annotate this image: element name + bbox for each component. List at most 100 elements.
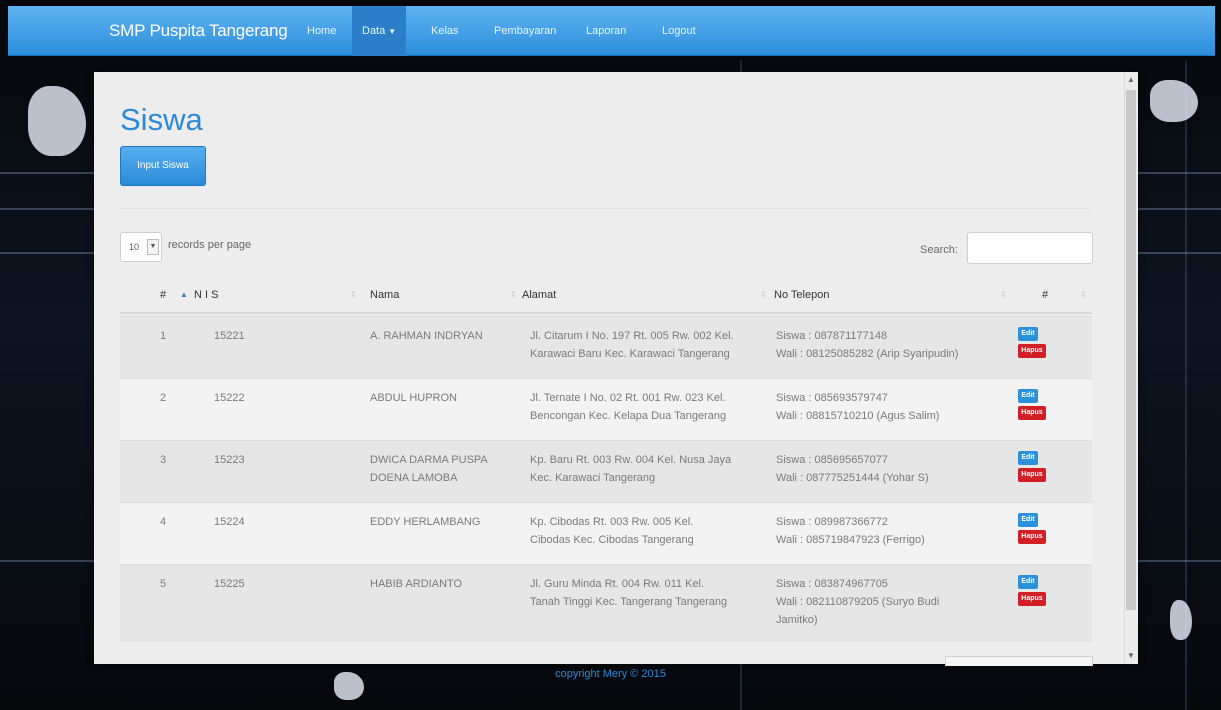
table-row: 5 15225 HABIB ARDIANTO Jl. Guru Minda Rt… — [120, 564, 1092, 642]
column-header-nama[interactable]: Nama — [370, 278, 399, 312]
column-header-no[interactable]: # — [160, 278, 166, 312]
nama-line: DOENA LAMOBA — [370, 472, 458, 484]
cell-nis: 15222 — [214, 392, 245, 404]
edit-button[interactable]: Edit — [1018, 389, 1038, 403]
alamat-line: Jl. Ternate I No. 02 Rt. 001 Rw. 023 Kel… — [530, 392, 726, 404]
nav-logout[interactable]: Logout — [660, 6, 698, 56]
alamat-line: Cibodas Kec. Cibodas Tangerang — [530, 534, 694, 546]
search-label: Search: — [920, 244, 958, 256]
alamat-line: Tanah Tinggi Kec. Tangerang Tangerang — [530, 596, 728, 608]
sort-icon[interactable]: ⇕ — [760, 278, 767, 312]
table-row: 4 15224 EDDY HERLAMBANG Kp. Cibodas Rt. … — [120, 502, 1092, 564]
cell-no: 5 — [160, 578, 167, 590]
nav-data[interactable]: Data ▼ — [352, 6, 407, 56]
column-header-action: # — [1042, 289, 1049, 301]
cell-telepon: Siswa : 087871177148 Wali : 08125085282 (… — [776, 327, 1016, 363]
edit-button[interactable]: Edit — [1018, 513, 1038, 527]
sort-icon[interactable]: ⇕ — [1000, 278, 1007, 312]
nav-laporan[interactable]: Laporan — [584, 6, 628, 56]
telepon-line: Siswa : 087871177148 — [776, 330, 888, 342]
cell-alamat: Kp. Cibodas Rt. 003 Rw. 005 Kel. Cibodas … — [530, 513, 770, 549]
cell-telepon: Siswa : 085695657077 Wali : 087775251444 … — [776, 451, 1016, 487]
pagination[interactable] — [945, 656, 1093, 666]
input-siswa-button[interactable]: Input Siswa — [120, 146, 206, 186]
cell-alamat: Jl. Citarum I No. 197 Rt. 005 Rw. 002 Ke… — [530, 327, 770, 363]
cell-nama: A. RAHMAN INDRYAN — [370, 330, 483, 342]
continent-shape — [28, 86, 86, 156]
cell-alamat: Kp. Baru Rt. 003 Rw. 004 Kel. Nusa Jaya K… — [530, 451, 770, 487]
alamat-line: Jl. Guru Minda Rt. 004 Rw. 011 Kel. — [530, 578, 705, 590]
brand-link[interactable]: SMP Puspita Tangerang — [109, 21, 288, 41]
records-per-page-select[interactable]: 10 ▼ — [120, 232, 162, 262]
column-header-alamat[interactable]: Alamat — [522, 278, 556, 312]
alamat-line: Kp. Baru Rt. 003 Rw. 004 Kel. Nusa Jaya — [530, 454, 732, 466]
telepon-line: Wali : 08125085282 (Arip Syaripudin) — [776, 348, 959, 360]
search-input[interactable] — [967, 232, 1093, 264]
nav-kelas[interactable]: Kelas — [429, 6, 461, 56]
telepon-line: Siswa : 089987366772 — [776, 516, 888, 528]
edit-button[interactable]: Edit — [1018, 575, 1038, 589]
column-header-no-telepon[interactable]: No Telepon — [774, 278, 829, 312]
delete-button[interactable]: Hapus — [1018, 592, 1046, 606]
table-row: 3 15223 DWICA DARMA PUSPA DOENA LAMOBA Kp… — [120, 440, 1092, 502]
alamat-line: Kec. Karawaci Tangerang — [530, 472, 656, 484]
records-per-page-label: records per page — [168, 239, 252, 251]
column-header-nis[interactable]: N I S — [194, 278, 218, 312]
nav-pembayaran[interactable]: Pembayaran — [492, 6, 558, 56]
records-per-page-value: 10 — [129, 242, 140, 252]
caret-down-icon: ▼ — [388, 27, 397, 36]
cell-no: 4 — [160, 516, 167, 528]
delete-button[interactable]: Hapus — [1018, 344, 1046, 358]
cell-no: 1 — [160, 330, 167, 342]
page-title: Siswa — [120, 102, 203, 137]
chevron-down-icon: ▼ — [147, 239, 159, 255]
scroll-up-icon[interactable]: ▲ — [1126, 74, 1136, 86]
continent-shape — [1150, 80, 1198, 122]
scrollbar-thumb[interactable] — [1126, 90, 1136, 610]
cell-nama: ABDUL HUPRON — [370, 392, 457, 404]
edit-button[interactable]: Edit — [1018, 451, 1038, 465]
alamat-line: Bencongan Kec. Kelapa Dua Tangerang — [530, 410, 727, 422]
nav-home[interactable]: Home — [305, 6, 338, 56]
footer-copyright: copyright Mery © 2015 — [555, 668, 666, 680]
cell-nama: DWICA DARMA PUSPA DOENA LAMOBA — [370, 451, 520, 487]
cell-nis: 15224 — [214, 516, 245, 528]
continent-shape — [1170, 600, 1192, 640]
vertical-scrollbar[interactable]: ▲ ▼ — [1124, 72, 1138, 664]
telepon-line: Wali : 087775251444 (Yohar S) — [776, 472, 929, 484]
table-row: 1 15221 A. RAHMAN INDRYAN Jl. Citarum I … — [120, 316, 1092, 378]
telepon-line: Siswa : 085695657077 — [776, 454, 888, 466]
delete-button[interactable]: Hapus — [1018, 530, 1046, 544]
cell-nama: EDDY HERLAMBANG — [370, 516, 481, 528]
delete-button[interactable]: Hapus — [1018, 468, 1046, 482]
nama-line: DWICA DARMA PUSPA — [370, 454, 488, 466]
cell-no: 2 — [160, 392, 167, 404]
cell-nis: 15223 — [214, 454, 245, 466]
nav-data-label: Data — [362, 25, 386, 37]
telepon-line: Wali : 08815710210 (Agus Salim) — [776, 410, 940, 422]
cell-nama: HABIB ARDIANTO — [370, 578, 463, 590]
scroll-down-icon[interactable]: ▼ — [1126, 650, 1136, 662]
top-navbar: SMP Puspita Tangerang Home Data ▼ Kelas P… — [8, 6, 1215, 56]
telepon-line: Jamitko) — [776, 614, 818, 626]
telepon-line: Siswa : 085693579747 — [776, 392, 888, 404]
cell-no: 3 — [160, 454, 167, 466]
delete-button[interactable]: Hapus — [1018, 406, 1046, 420]
cell-telepon: Siswa : 083874967705 Wali : 082110879205 … — [776, 575, 1016, 629]
sort-icon[interactable]: ⇕ — [510, 278, 517, 312]
alamat-line: Kp. Cibodas Rt. 003 Rw. 005 Kel. — [530, 516, 694, 528]
sort-icon[interactable]: ⇕ — [1080, 278, 1087, 312]
edit-button[interactable]: Edit — [1018, 327, 1038, 341]
telepon-line: Siswa : 083874967705 — [776, 578, 888, 590]
telepon-line: Wali : 082110879205 (Suryo Budi — [776, 596, 940, 608]
sort-asc-icon[interactable]: ▲ — [180, 278, 188, 312]
siswa-panel: Siswa Input Siswa 10 ▼ records per page … — [94, 72, 1138, 664]
cell-telepon: Siswa : 085693579747 Wali : 08815710210 (… — [776, 389, 1016, 425]
cell-nis: 15221 — [214, 330, 245, 342]
table-header: # ▲ N I S ⇕ Nama ⇕ Alamat ⇕ No Telepon ⇕… — [120, 278, 1092, 314]
alamat-line: Jl. Citarum I No. 197 Rt. 005 Rw. 002 Ke… — [530, 330, 734, 342]
cell-alamat: Jl. Guru Minda Rt. 004 Rw. 011 Kel. Tanah… — [530, 575, 770, 611]
alamat-line: Karawaci Baru Kec. Karawaci Tangerang — [530, 348, 730, 360]
sort-icon[interactable]: ⇕ — [350, 278, 357, 312]
divider — [120, 208, 1090, 209]
